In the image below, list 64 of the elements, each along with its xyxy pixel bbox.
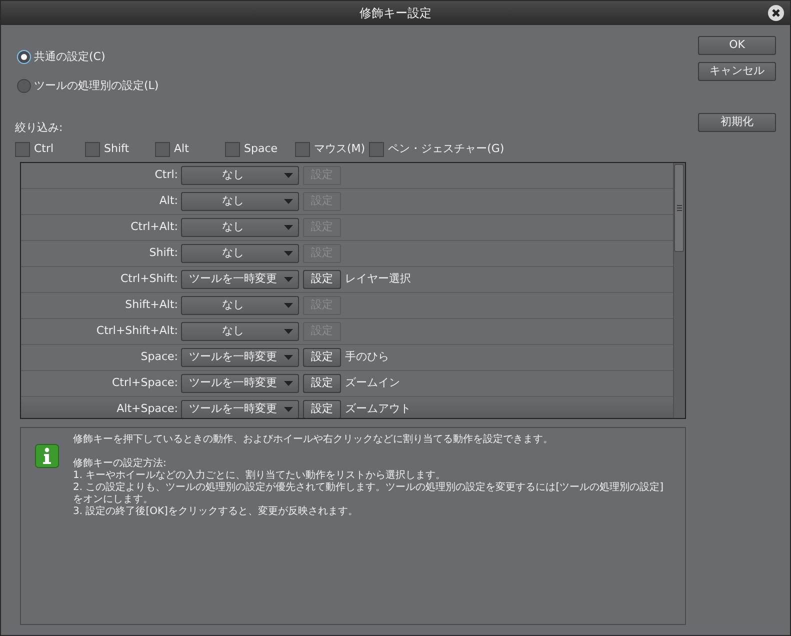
info-text: 1. キーやホイールなどの入力ごとに、割り当てたい動作をリストから選択します。 <box>73 470 447 482</box>
key-label: Alt+Space: <box>116 400 179 417</box>
dropdown-arrow-icon <box>284 380 293 386</box>
info-text: 修飾キーを押下しているときの動作、およびホイールや右クリックなどに割り当てる動作を設定できます。 <box>73 434 554 446</box>
tool-name: 手のひら <box>345 348 389 365</box>
window-title: 修飾キー設定 <box>360 5 432 22</box>
key-label: Space: <box>140 348 179 365</box>
dropdown-arrow-icon <box>284 250 293 256</box>
key-label: Ctrl+Space: <box>110 374 179 391</box>
filter-label: 絞り込み: <box>15 120 64 136</box>
set-button[interactable]: 設定 <box>303 400 341 418</box>
checkbox-label[interactable]: Space <box>244 141 278 158</box>
checkbox-label[interactable]: Shift <box>104 141 130 158</box>
tool-name: ズームイン <box>345 374 400 391</box>
action-dropdown[interactable]: ツールを一時変更 <box>181 400 299 418</box>
checkbox[interactable] <box>369 142 384 157</box>
dropdown-arrow-icon <box>284 328 293 334</box>
info-text: 修飾キーの設定方法: <box>73 458 168 470</box>
tool-name: ズームアウト <box>345 400 411 417</box>
action-dropdown[interactable]: ツールを一時変更 <box>181 270 299 288</box>
action-dropdown[interactable]: ツールを一時変更 <box>181 348 299 366</box>
dropdown-arrow-icon <box>284 276 293 282</box>
checkbox-label[interactable]: Ctrl <box>34 141 54 158</box>
set-button[interactable]: 設定 <box>303 374 341 392</box>
key-label: Ctrl+Alt: <box>130 218 179 235</box>
close-icon <box>771 8 781 18</box>
radio-button[interactable] <box>17 78 31 93</box>
grip-icon <box>676 204 682 210</box>
checkbox-label[interactable]: Alt <box>174 141 189 158</box>
reset-button[interactable]: 初期化 <box>698 113 776 132</box>
checkbox[interactable] <box>85 142 100 157</box>
dialog-button[interactable]: キャンセル <box>698 62 776 81</box>
info-text: 2. この設定よりも、ツールの処理別の設定が優先されて動作します。ツールの処理別の設定を変更するには[ツールの処理別の設定]をオンにします。 <box>73 482 665 506</box>
checkbox[interactable] <box>15 142 30 157</box>
checkbox[interactable] <box>155 142 170 157</box>
radio-label[interactable]: ツールの処理別の設定(L) <box>34 78 159 94</box>
set-button[interactable]: 設定 <box>303 270 341 288</box>
close-button[interactable] <box>768 5 784 21</box>
checkbox-label[interactable]: マウス(M) <box>314 141 366 158</box>
action-dropdown[interactable]: ツールを一時変更 <box>181 374 299 392</box>
scrollbar-thumb[interactable] <box>674 164 684 252</box>
key-label: Ctrl: <box>154 166 179 183</box>
key-label: Ctrl+Shift: <box>120 270 179 287</box>
dropdown-arrow-icon <box>284 224 293 230</box>
key-label: Shift+Alt: <box>124 296 179 313</box>
scrollbar[interactable] <box>673 162 685 418</box>
dialog-button[interactable]: OK <box>698 36 776 55</box>
radio-button[interactable] <box>17 50 31 64</box>
dropdown-arrow-icon <box>284 406 293 412</box>
dropdown-arrow-icon <box>284 354 293 360</box>
checkbox[interactable] <box>225 142 240 157</box>
info-icon <box>35 444 59 468</box>
key-label: Alt: <box>158 192 179 209</box>
key-label: Ctrl+Shift+Alt: <box>95 322 179 339</box>
checkbox[interactable] <box>295 142 310 157</box>
checkbox-label[interactable]: ペン・ジェスチャー(G) <box>388 141 504 158</box>
dropdown-arrow-icon <box>284 302 293 308</box>
tool-name: レイヤー選択 <box>345 270 411 287</box>
set-button[interactable]: 設定 <box>303 348 341 366</box>
info-text: 3. 設定の終了後[OK]をクリックすると、変更が反映されます。 <box>73 506 359 518</box>
dropdown-arrow-icon <box>284 172 293 178</box>
radio-label[interactable]: 共通の設定(C) <box>34 49 106 66</box>
dropdown-arrow-icon <box>284 198 293 204</box>
key-label: Shift: <box>148 244 179 261</box>
